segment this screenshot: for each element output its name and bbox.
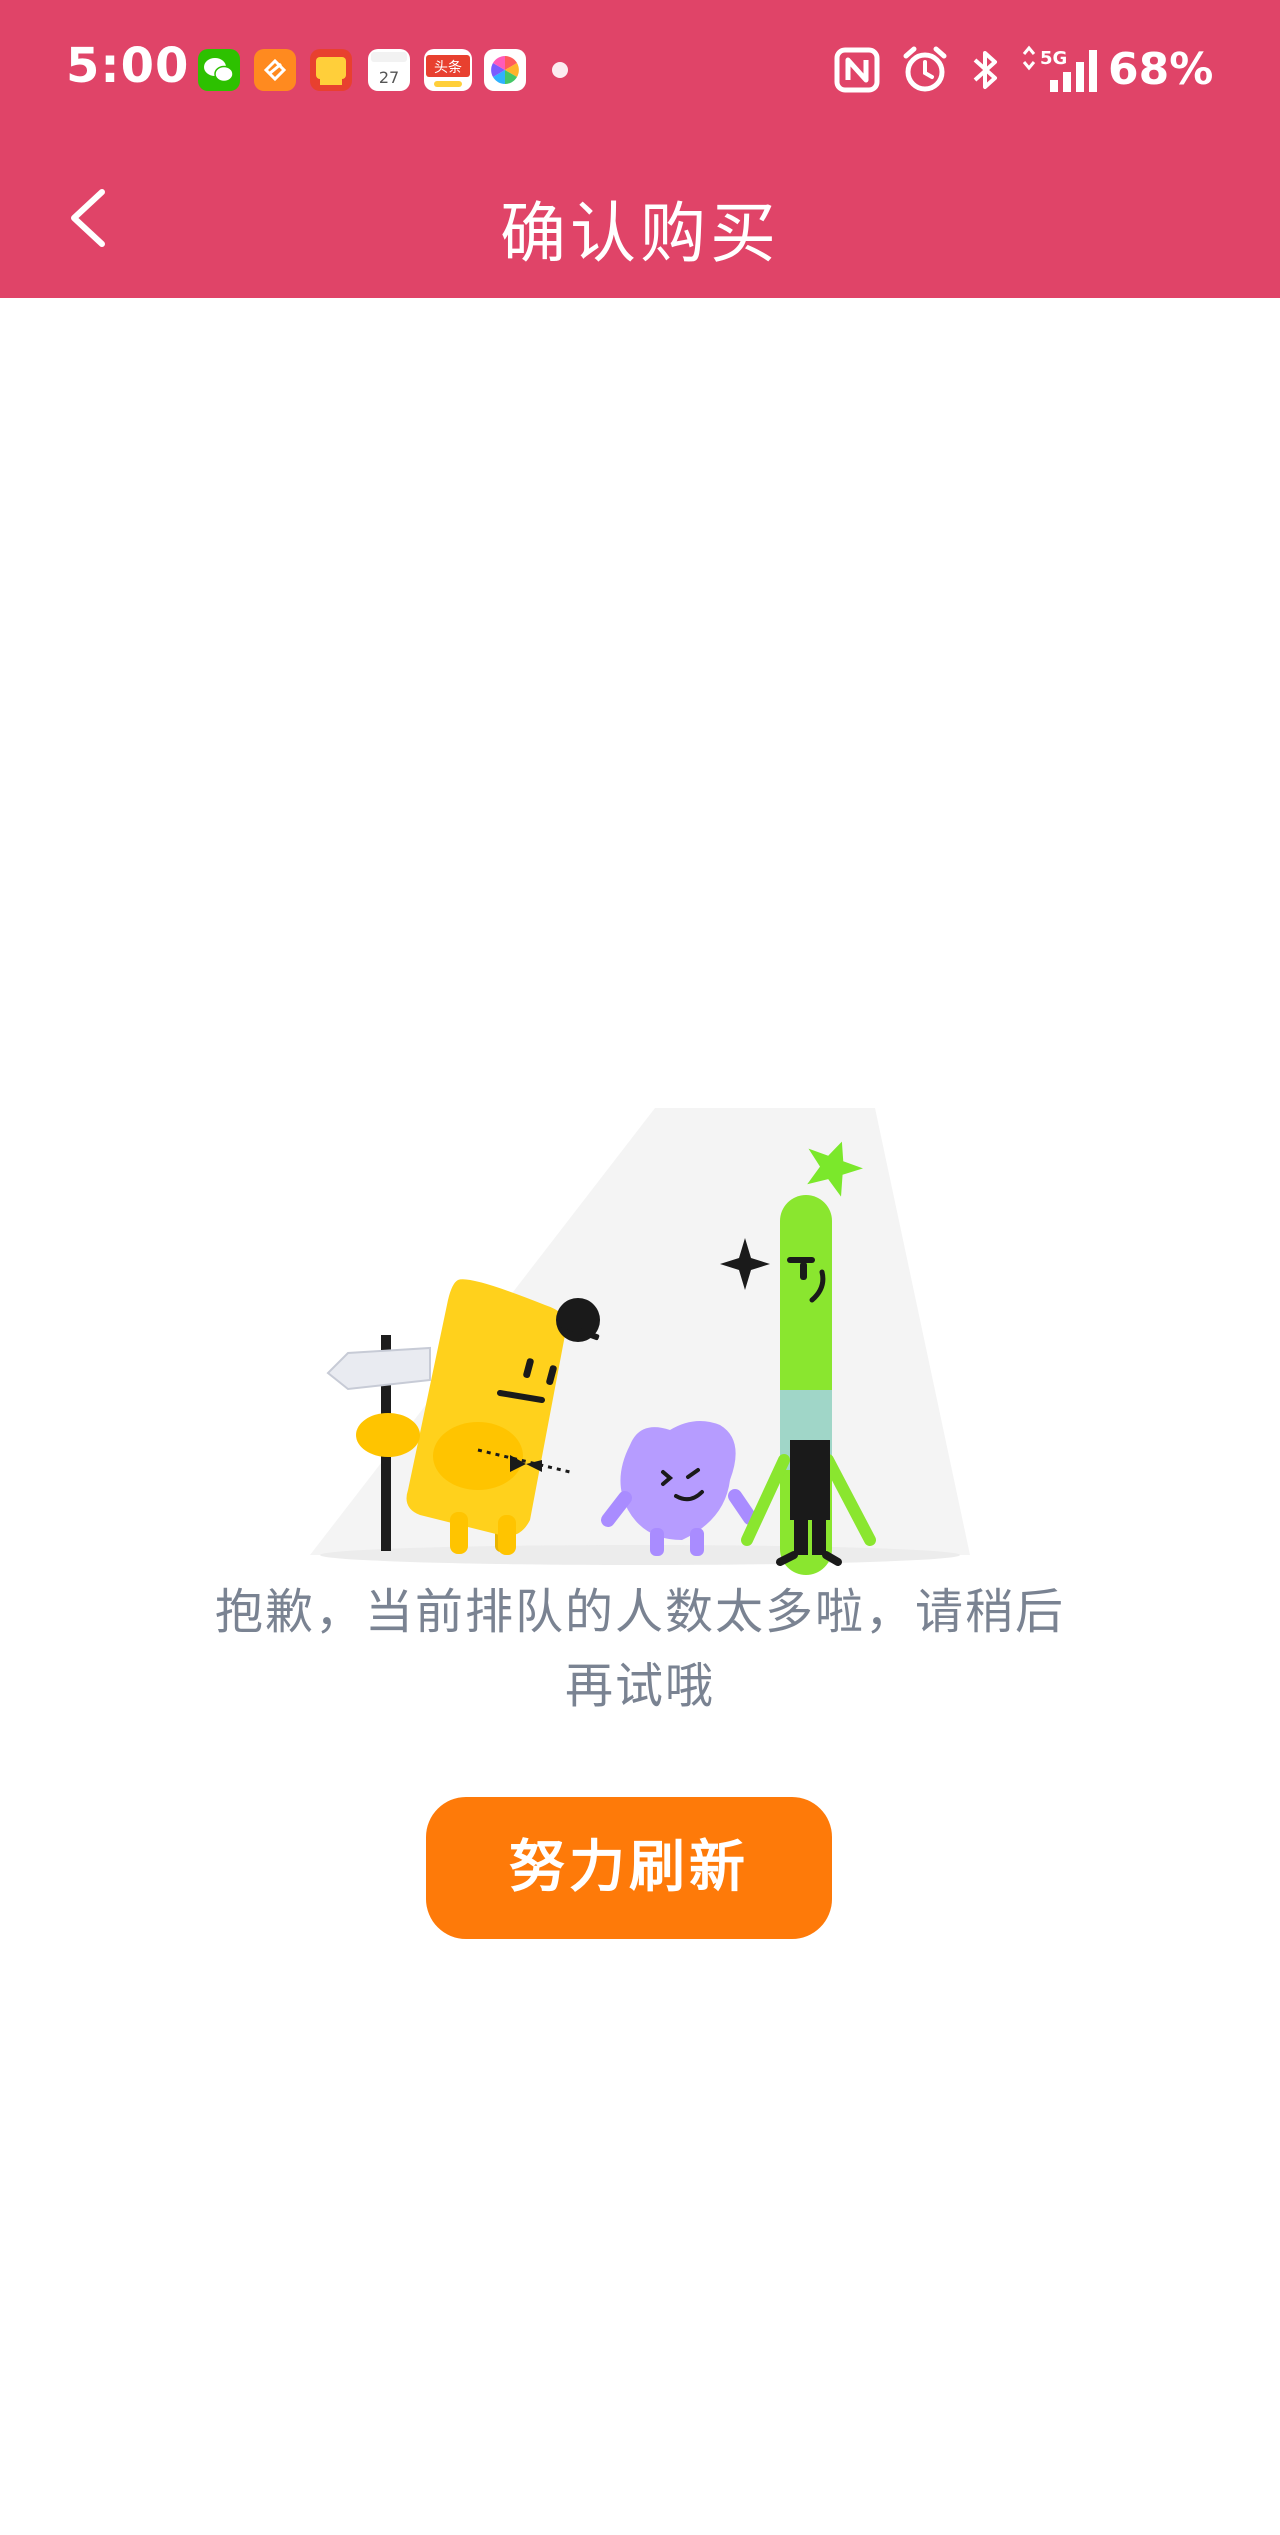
signal-icon: 5G [1020, 40, 1104, 100]
wechat-icon [198, 49, 240, 91]
battery-level: 68% [1108, 44, 1214, 95]
bluetooth-icon [968, 40, 1002, 100]
notification-more-dot [552, 62, 568, 78]
promo-app-icon [310, 49, 352, 91]
toutiao-icon: 头条 [424, 49, 472, 91]
status-time: 5:00 [66, 38, 190, 94]
calendar-day: 27 [379, 68, 399, 87]
calendar-icon: 27 [368, 49, 410, 91]
nav-bar: 确认购买 [0, 142, 1280, 298]
message-line-1: 抱歉，当前排队的人数太多啦，请稍后 [214, 1584, 1065, 1640]
network-type: 5G [1040, 48, 1067, 69]
nfc-icon [834, 40, 880, 100]
heart-app-icon [254, 49, 296, 91]
page-title: 确认购买 [500, 195, 780, 272]
refresh-button[interactable]: 努力刷新 [426, 1797, 832, 1939]
toutiao-label: 头条 [434, 59, 462, 76]
status-bar: 5:00 27 头条 5G 68% [0, 0, 1280, 142]
photos-app-icon [484, 49, 526, 91]
queue-characters-illustration [310, 1100, 970, 1580]
message-line-2: 再试哦 [564, 1658, 715, 1714]
app-header: 5:00 27 头条 5G 68% 确认购买 [0, 0, 1280, 298]
alarm-icon [900, 40, 950, 100]
empty-state-message: 抱歉，当前排队的人数太多啦，请稍后 再试哦 [200, 1575, 1080, 1723]
